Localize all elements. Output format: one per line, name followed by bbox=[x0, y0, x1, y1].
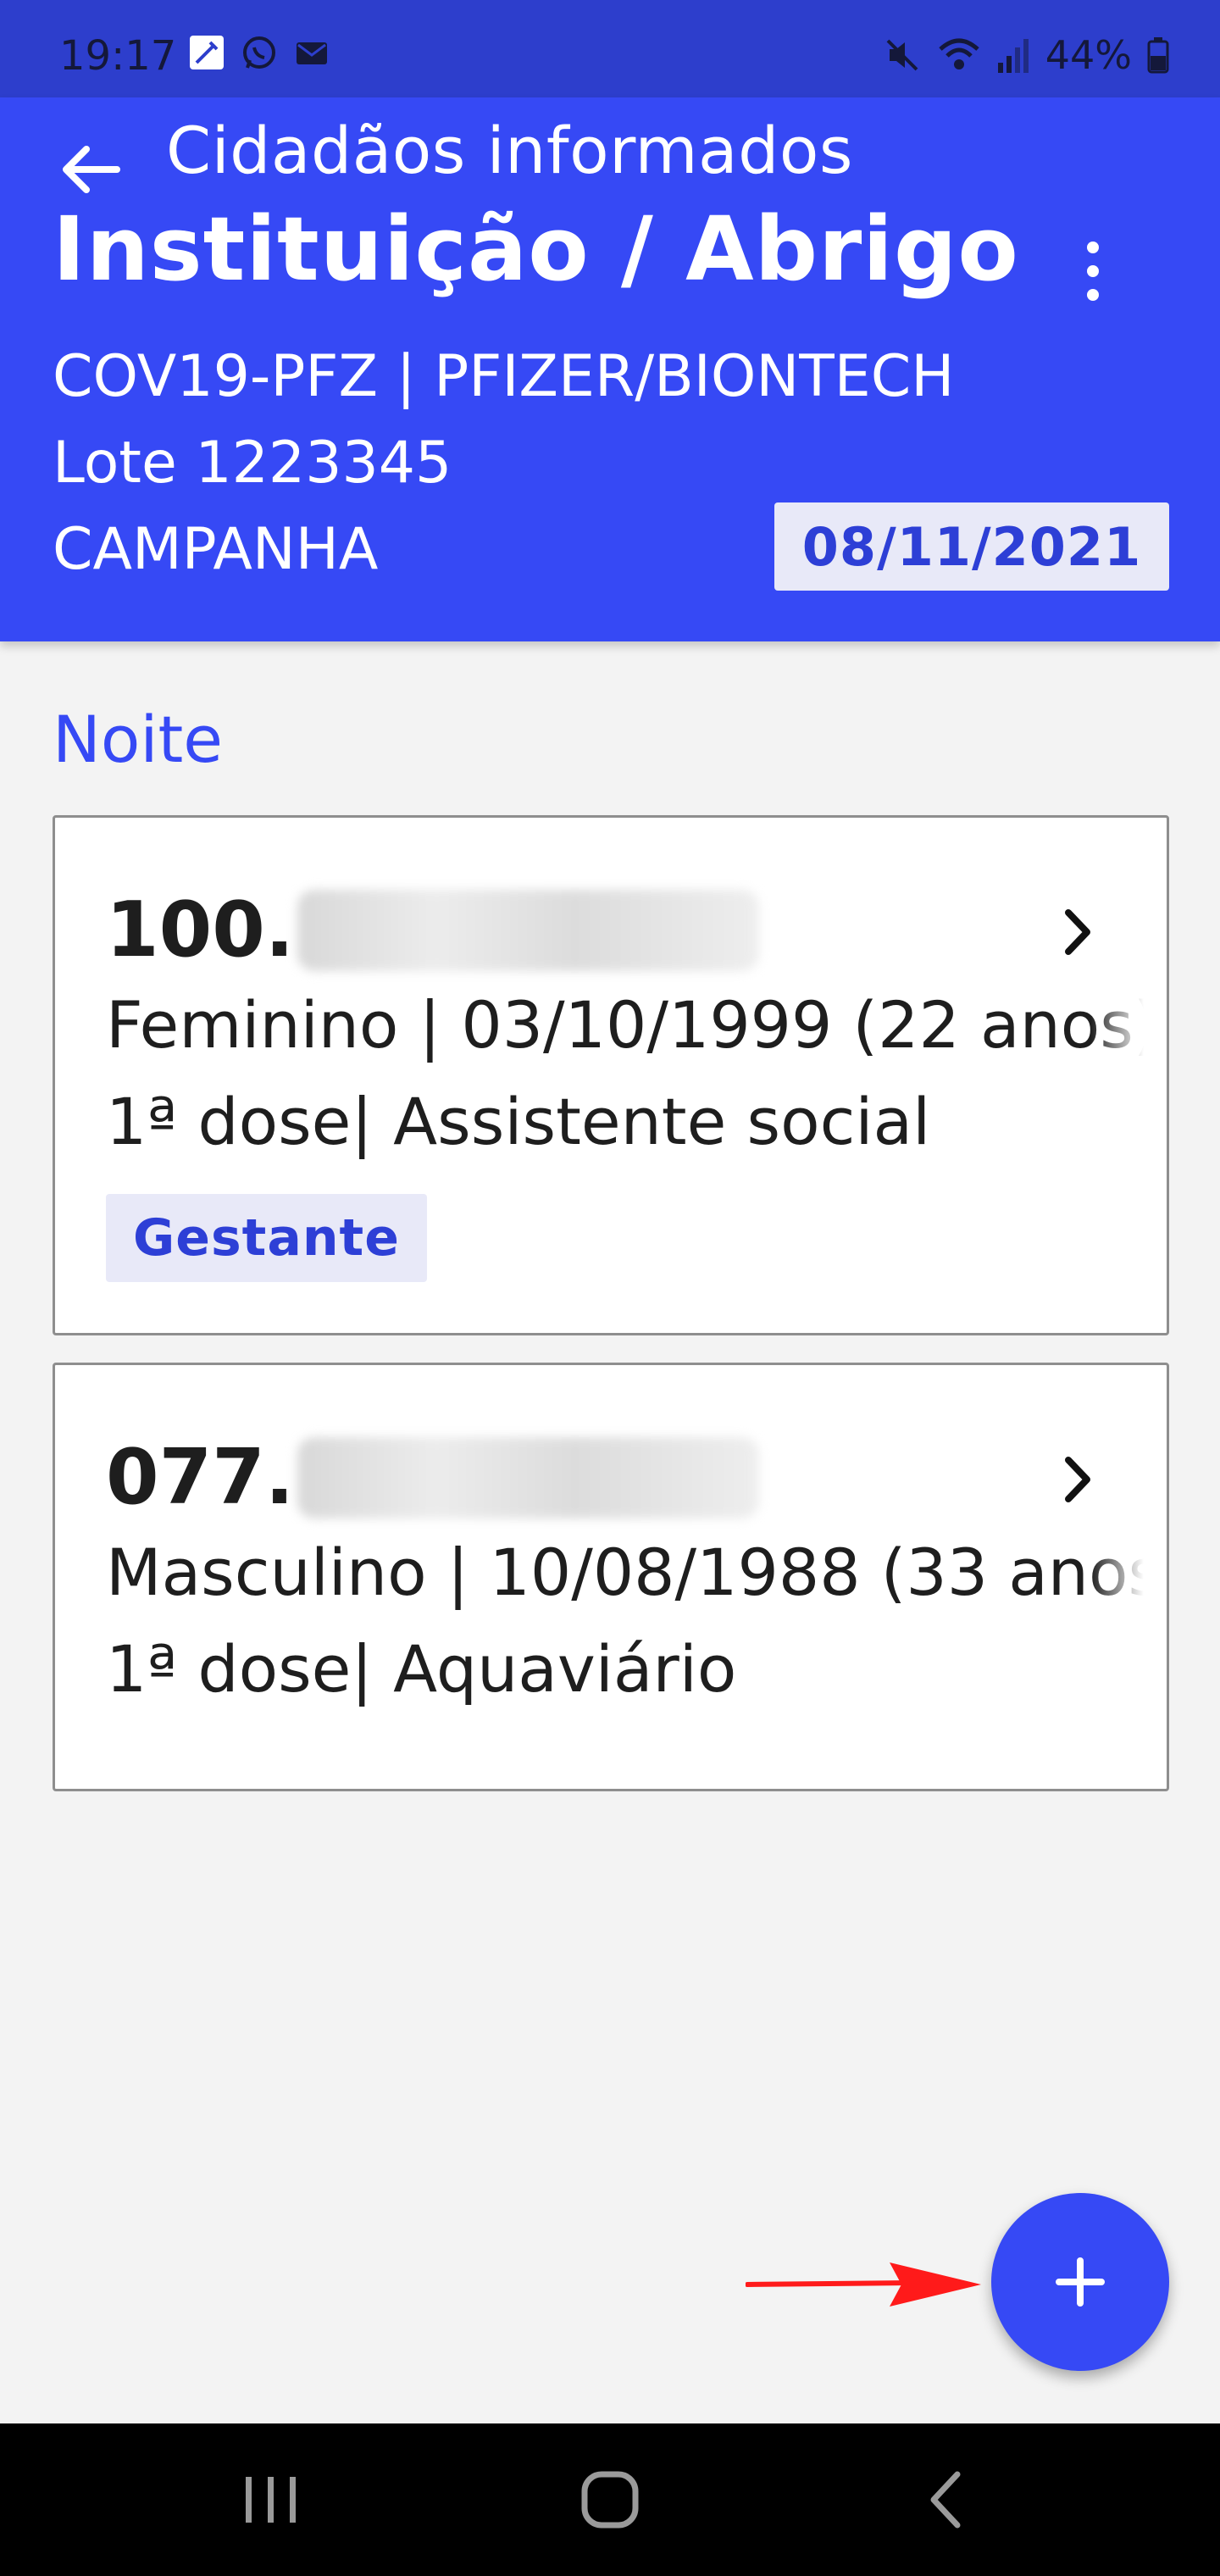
vaccine-info: COV19-PFZ | PFIZER/BIONTECH bbox=[53, 343, 955, 410]
back-nav-button[interactable] bbox=[898, 2462, 1000, 2538]
battery-icon bbox=[1147, 37, 1169, 74]
back-arrow-icon bbox=[63, 146, 120, 193]
add-citizen-button[interactable] bbox=[991, 2193, 1169, 2371]
status-right: 44% bbox=[883, 32, 1169, 78]
nav-back-icon bbox=[930, 2471, 961, 2529]
signal-icon bbox=[997, 39, 1029, 73]
cpf-prefix: 077. bbox=[106, 1433, 295, 1522]
more-vert-icon bbox=[1087, 242, 1099, 253]
chevron-right-icon bbox=[1065, 909, 1090, 955]
email-icon bbox=[297, 42, 327, 64]
date-chip[interactable]: 08/11/2021 bbox=[774, 502, 1169, 591]
mute-icon bbox=[886, 39, 918, 71]
notification-icons bbox=[188, 34, 330, 71]
cpf-redacted bbox=[297, 1436, 760, 1518]
system-nav-bar bbox=[0, 2423, 1220, 2576]
home-button[interactable] bbox=[559, 2462, 661, 2538]
back-button[interactable] bbox=[53, 131, 129, 208]
battery-percent: 44% bbox=[1045, 32, 1132, 78]
strategy-info: CAMPANHA bbox=[53, 516, 379, 583]
citizen-demographics: Feminino | 03/10/1999 (22 anos) bbox=[106, 987, 1159, 1063]
recents-icon bbox=[246, 2477, 296, 2523]
screen-subtitle: Cidadãos informados bbox=[166, 113, 853, 188]
citizen-cpf: 077. bbox=[106, 1433, 760, 1522]
status-time: 19:17 bbox=[59, 32, 177, 80]
citizen-cpf: 100. bbox=[106, 886, 760, 974]
lot-info: Lote 1223345 bbox=[53, 430, 452, 497]
home-icon bbox=[581, 2471, 639, 2529]
page-title: Instituição / Abrigo bbox=[53, 197, 1019, 301]
cpf-prefix: 100. bbox=[106, 886, 295, 974]
wifi-icon bbox=[939, 38, 979, 69]
whatsapp-icon bbox=[243, 36, 275, 69]
citizen-dose-occupation: 1ª dose| Assistente social bbox=[106, 1084, 931, 1159]
vaccine-app-icon bbox=[190, 36, 224, 69]
recents-button[interactable] bbox=[220, 2462, 322, 2538]
plus-icon bbox=[1056, 2257, 1105, 2307]
chevron-right-icon bbox=[1065, 1457, 1090, 1502]
citizen-card[interactable]: 100. Feminino | 03/10/1999 (22 anos) 1ª … bbox=[53, 815, 1169, 1335]
cpf-redacted bbox=[297, 889, 760, 971]
more-options-button[interactable] bbox=[1059, 225, 1127, 318]
citizen-card[interactable]: 077. Masculino | 10/08/1988 (33 anos) 1ª… bbox=[53, 1363, 1169, 1791]
citizen-demographics: Masculino | 10/08/1988 (33 anos) bbox=[106, 1535, 1169, 1610]
app-bar: Cidadãos informados Instituição / Abrigo… bbox=[0, 97, 1220, 641]
citizen-dose-occupation: 1ª dose| Aquaviário bbox=[106, 1631, 737, 1707]
annotation-arrow bbox=[746, 2262, 981, 2307]
status-bar: 19:17 44% bbox=[0, 0, 1220, 97]
section-title: Noite bbox=[53, 702, 224, 777]
pregnant-tag: Gestante bbox=[106, 1194, 427, 1282]
